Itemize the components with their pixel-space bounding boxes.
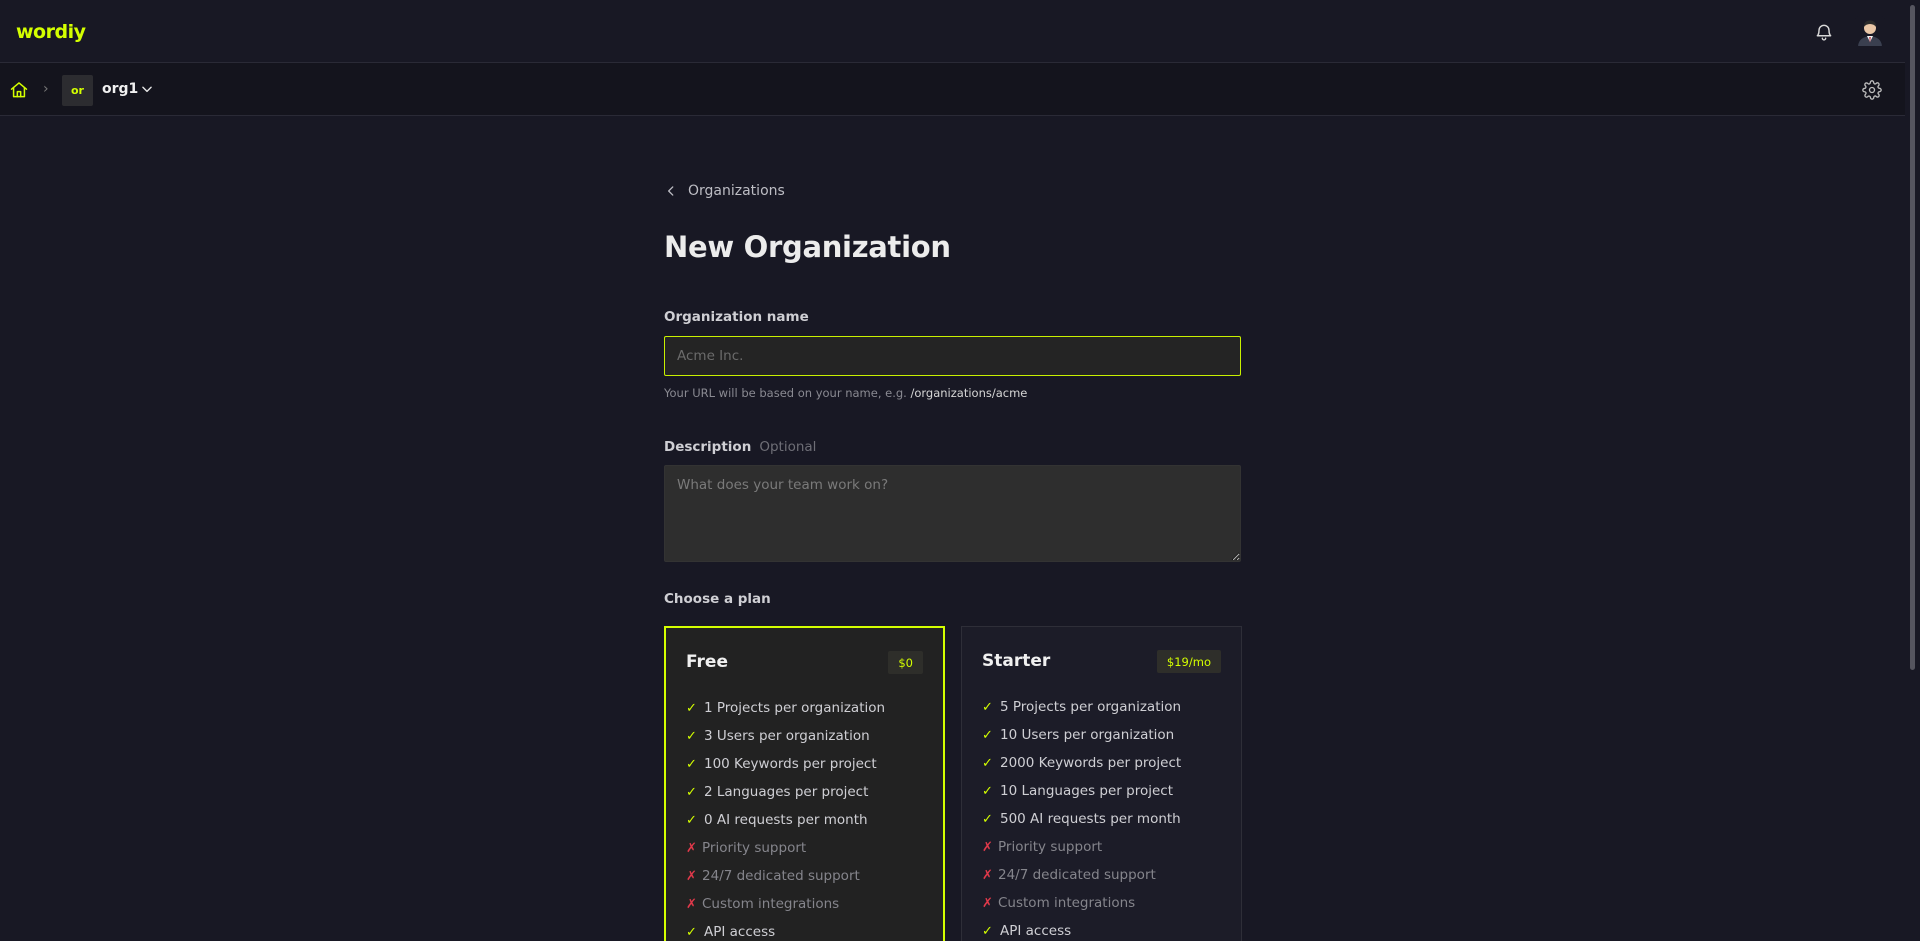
plan-feature-item: ✓ API access xyxy=(686,918,885,941)
back-link-label: Organizations xyxy=(688,183,785,199)
description-label-text: Description xyxy=(664,439,752,455)
plan-feature-item: ✓ 3 Users per organization xyxy=(686,722,885,750)
plan-feature-item: ✗ 24/7 dedicated support xyxy=(982,861,1181,889)
plan-price-badge: $0 xyxy=(888,651,923,674)
home-icon[interactable] xyxy=(9,80,29,100)
plan-feature-item: ✓ 5 Projects per organization xyxy=(982,693,1181,721)
plan-feature-text: 500 AI requests per month xyxy=(1000,811,1181,827)
plan-card-starter[interactable]: Starter $19/mo ✓ 5 Projects per organizat… xyxy=(961,626,1242,941)
plan-feature-item: ✓ 2 Languages per project xyxy=(686,778,885,806)
cross-icon: ✗ xyxy=(686,896,697,912)
breadcrumb-separator: › xyxy=(43,81,49,97)
plan-feature-item: ✗ 24/7 dedicated support xyxy=(686,862,885,890)
page-title: New Organization xyxy=(664,230,951,264)
breadcrumb-bar: › or org1 xyxy=(0,63,1905,116)
chevron-left-icon xyxy=(668,186,674,196)
plan-feature-item: ✓ 0 AI requests per month xyxy=(686,806,885,834)
description-textarea[interactable] xyxy=(664,465,1241,562)
plan-name: Free xyxy=(686,652,728,672)
check-icon: ✓ xyxy=(982,699,993,715)
plan-feature-item: ✗ Custom integrations xyxy=(982,889,1181,917)
plan-feature-text: Priority support xyxy=(702,840,807,856)
plan-feature-text: 1 Projects per organization xyxy=(704,700,886,716)
plan-feature-text: Priority support xyxy=(998,839,1103,855)
description-label: Description Optional xyxy=(664,439,816,455)
plan-feature-item: ✗ Priority support xyxy=(686,834,885,862)
check-icon: ✓ xyxy=(686,924,697,940)
plan-feature-text: 24/7 dedicated support xyxy=(998,867,1156,883)
plan-feature-text: API access xyxy=(1000,923,1072,939)
plan-features-list: ✓ 1 Projects per organization ✓ 3 Users per… xyxy=(686,694,885,941)
chevron-down-icon[interactable] xyxy=(140,82,154,96)
org-badge[interactable]: or xyxy=(62,75,93,106)
plan-price-badge: $19/mo xyxy=(1156,650,1221,673)
plan-feature-text: Custom integrations xyxy=(702,896,840,912)
plan-feature-item: ✓ 10 Languages per project xyxy=(982,777,1181,805)
check-icon: ✓ xyxy=(982,783,993,799)
plan-feature-text: 2000 Keywords per project xyxy=(1000,755,1182,771)
top-bar: wordiy xyxy=(0,0,1905,63)
gear-icon[interactable] xyxy=(1862,80,1882,100)
url-hint-example: /organizations/acme xyxy=(910,386,1028,400)
organization-name-input[interactable] xyxy=(664,336,1241,376)
plan-feature-item: ✓ 500 AI requests per month xyxy=(982,805,1181,833)
plan-name: Starter xyxy=(982,651,1051,671)
plan-feature-item: ✓ 100 Keywords per project xyxy=(686,750,885,778)
app-root: wordiy › or org1 Organizations New Organ… xyxy=(0,0,1920,941)
cross-icon: ✗ xyxy=(982,867,993,883)
check-icon: ✓ xyxy=(686,728,697,744)
cross-icon: ✗ xyxy=(982,839,993,855)
check-icon: ✓ xyxy=(686,700,697,716)
plan-features-list: ✓ 5 Projects per organization ✓ 10 Users pe… xyxy=(982,693,1181,941)
check-icon: ✓ xyxy=(982,811,993,827)
plan-feature-item: ✗ Custom integrations xyxy=(686,890,885,918)
choose-plan-label: Choose a plan xyxy=(664,591,771,607)
check-icon: ✓ xyxy=(686,756,697,772)
plan-card-free[interactable]: Free $0 ✓ 1 Projects per organization ✓ 3 U… xyxy=(664,626,945,941)
cross-icon: ✗ xyxy=(686,840,697,856)
url-hint: Your URL will be based on your name, e.g… xyxy=(664,386,1027,400)
plan-feature-text: 24/7 dedicated support xyxy=(702,868,860,884)
notifications-bell-icon[interactable] xyxy=(1814,21,1834,43)
plan-feature-text: 3 Users per organization xyxy=(704,728,870,744)
plan-feature-item: ✓ 1 Projects per organization xyxy=(686,694,885,722)
plan-feature-text: 0 AI requests per month xyxy=(704,812,868,828)
app-logo[interactable]: wordiy xyxy=(16,21,86,43)
plan-feature-text: 10 Users per organization xyxy=(1000,727,1175,743)
plan-feature-item: ✓ 10 Users per organization xyxy=(982,721,1181,749)
cross-icon: ✗ xyxy=(982,895,993,911)
check-icon: ✓ xyxy=(982,727,993,743)
plan-feature-text: 2 Languages per project xyxy=(704,784,869,800)
check-icon: ✓ xyxy=(686,812,697,828)
cross-icon: ✗ xyxy=(686,868,697,884)
organization-name-label: Organization name xyxy=(664,309,809,325)
url-hint-text: Your URL will be based on your name, e.g… xyxy=(664,386,911,400)
page-scrollbar-thumb[interactable] xyxy=(1910,5,1915,670)
optional-tag: Optional xyxy=(759,439,817,455)
check-icon: ✓ xyxy=(982,755,993,771)
plan-feature-item: ✗ Priority support xyxy=(982,833,1181,861)
plan-feature-text: Custom integrations xyxy=(998,895,1136,911)
check-icon: ✓ xyxy=(982,923,993,939)
back-to-organizations-link[interactable]: Organizations xyxy=(664,181,785,201)
plan-feature-item: ✓ API access xyxy=(982,917,1181,941)
org-switcher-name[interactable]: org1 xyxy=(102,81,138,97)
user-avatar[interactable] xyxy=(1855,16,1885,46)
plan-feature-text: 100 Keywords per project xyxy=(704,756,877,772)
plan-feature-text: 5 Projects per organization xyxy=(1000,699,1182,715)
plan-feature-item: ✓ 2000 Keywords per project xyxy=(982,749,1181,777)
check-icon: ✓ xyxy=(686,784,697,800)
plan-feature-text: 10 Languages per project xyxy=(1000,783,1173,799)
plan-feature-text: API access xyxy=(704,924,776,940)
